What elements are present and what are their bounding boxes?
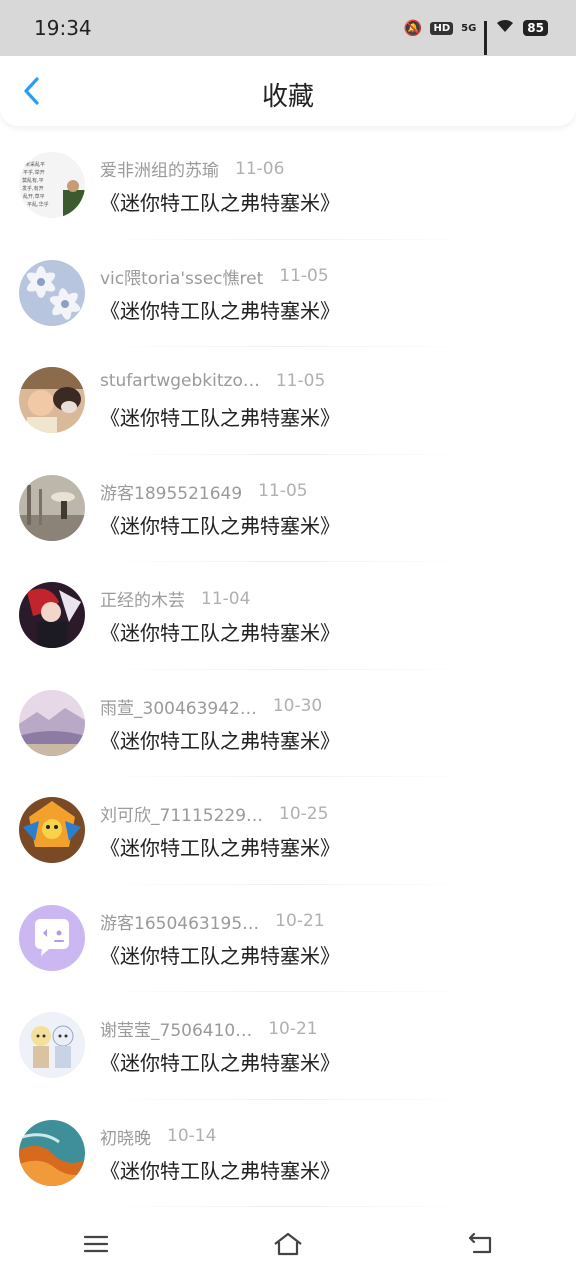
signal-icon xyxy=(484,21,488,55)
header: 收藏 xyxy=(0,56,576,126)
user-name: 游客1895521649 xyxy=(100,483,243,504)
hd-icon: HD xyxy=(430,21,454,35)
avatar xyxy=(19,259,85,326)
home-icon[interactable] xyxy=(268,1224,308,1264)
user-name: vic隈toria'ssec憔ret xyxy=(100,268,264,289)
item-date: 10-14 xyxy=(167,1126,217,1146)
item-meta: vic隈toria'ssec憔ret 11-05 xyxy=(100,264,329,289)
item-meta: 爱非洲组的苏瑜 11-06 xyxy=(100,156,285,182)
item-meta: 谢莹莹_7506410… 10-21 xyxy=(100,1016,318,1042)
avatar xyxy=(19,904,85,971)
page-title: 收藏 xyxy=(261,82,314,112)
item-title: 《迷你特工队之弗特塞米》 xyxy=(100,1158,340,1183)
favorites-list: 米采乱平 平乎,举开 莫乱有,平 发乎,有开 乱开,草平 平乱,华乎 爱非洲组的苏瑜 … xyxy=(0,132,576,1207)
status-icons: 🔕 HD 5G 85 xyxy=(403,18,548,55)
list-item[interactable]: 游客1650463195… 10-21 《迷你特工队之弗特塞米》 xyxy=(0,885,576,992)
list-item[interactable]: vic隈toria'ssec憔ret 11-05 《迷你特工队之弗特塞米》 xyxy=(0,240,576,347)
user-name: 雨萱_300463942… xyxy=(100,698,257,719)
list-item[interactable]: 正经的木芸 11-04 《迷你特工队之弗特塞米》 xyxy=(0,562,576,670)
item-date: 11-05 xyxy=(279,266,329,286)
list-item[interactable]: 谢莹莹_7506410… 10-21 《迷你特工队之弗特塞米》 xyxy=(0,992,576,1100)
user-name: stufartwgebkitzo… xyxy=(100,371,260,391)
item-meta: 正经的木芸 11-04 xyxy=(100,586,251,612)
user-name: 游客1650463195… xyxy=(100,913,260,934)
svg-text:平乎,举开: 平乎,举开 xyxy=(23,169,45,176)
svg-text:发乎,有开: 发乎,有开 xyxy=(22,185,44,192)
avatar xyxy=(19,1119,85,1186)
avatar xyxy=(19,582,85,648)
item-meta: 刘可欣_71115229… 10-25 xyxy=(100,801,329,827)
item-date: 10-30 xyxy=(272,696,323,716)
list-item[interactable]: 米采乱平 平乎,举开 莫乱有,平 发乎,有开 乱开,草平 平乱,华乎 爱非洲组的苏瑜 … xyxy=(0,132,576,240)
item-date: 11-05 xyxy=(258,481,308,501)
svg-text:莫乱有,平: 莫乱有,平 xyxy=(22,177,44,184)
item-date: 11-04 xyxy=(201,588,251,609)
item-title: 《迷你特工队之弗特塞米》 xyxy=(100,836,340,860)
item-title: 《迷你特工队之弗特塞米》 xyxy=(100,298,340,323)
item-title: 《迷你特工队之弗特塞米》 xyxy=(100,621,340,645)
list-item[interactable]: 初晓晚 10-14 《迷你特工队之弗特塞米》 xyxy=(0,1100,576,1207)
avatar xyxy=(19,1012,85,1078)
item-meta: 游客1895521649 11-05 xyxy=(100,479,308,504)
avatar xyxy=(19,689,85,756)
avatar xyxy=(19,797,85,863)
battery-icon: 85 xyxy=(523,20,548,36)
list-item[interactable]: 雨萱_300463942… 10-30 《迷你特工队之弗特塞米》 xyxy=(0,670,576,777)
user-name: 正经的木芸 xyxy=(100,591,185,611)
item-title: 《迷你特工队之弗特塞米》 xyxy=(100,191,340,215)
item-title: 《迷你特工队之弗特塞米》 xyxy=(100,513,340,538)
user-name: 初晓晚 xyxy=(100,1128,151,1149)
list-item[interactable]: 刘可欣_71115229… 10-25 《迷你特工队之弗特塞米》 xyxy=(0,777,576,885)
network-5g-icon: 5G xyxy=(461,22,477,34)
status-time: 19:34 xyxy=(34,16,92,40)
list-item[interactable]: 游客1895521649 11-05 《迷你特工队之弗特塞米》 xyxy=(0,455,576,562)
svg-text:平乱,华乎: 平乱,华乎 xyxy=(27,201,49,208)
item-date: 10-21 xyxy=(268,1018,318,1039)
item-title: 《迷你特工队之弗特塞米》 xyxy=(100,1051,340,1075)
mute-bell-icon: 🔕 xyxy=(403,19,423,37)
user-name: 爱非洲组的苏瑜 xyxy=(100,161,219,181)
svg-text:米采乱平: 米采乱平 xyxy=(25,161,45,168)
svg-text:乱开,草平: 乱开,草平 xyxy=(23,193,45,200)
system-nav-bar xyxy=(0,1208,576,1280)
back-icon[interactable] xyxy=(460,1224,500,1264)
status-bar: 19:34 🔕 HD 5G 85 xyxy=(0,0,576,56)
item-date: 11-05 xyxy=(275,371,326,391)
item-date: 10-25 xyxy=(279,803,329,824)
item-date: 10-21 xyxy=(275,911,325,931)
item-meta: 初晓晚 10-14 xyxy=(100,1124,216,1149)
user-name: 谢莹莹_7506410… xyxy=(100,1021,253,1041)
item-meta: 游客1650463195… 10-21 xyxy=(100,909,325,934)
divider xyxy=(100,1206,476,1207)
menu-icon[interactable] xyxy=(76,1224,116,1264)
item-title: 《迷你特工队之弗特塞米》 xyxy=(100,728,340,753)
item-meta: stufartwgebkitzo… 11-05 xyxy=(100,371,325,391)
user-name: 刘可欣_71115229… xyxy=(100,806,264,826)
avatar xyxy=(19,474,85,541)
item-title: 《迷你特工队之弗特塞米》 xyxy=(100,406,340,430)
list-item[interactable]: stufartwgebkitzo… 11-05 《迷你特工队之弗特塞米》 xyxy=(0,347,576,455)
item-title: 《迷你特工队之弗特塞米》 xyxy=(100,943,340,968)
avatar: 米采乱平 平乎,举开 莫乱有,平 发乎,有开 乱开,草平 平乱,华乎 xyxy=(19,152,85,218)
wifi-icon xyxy=(495,18,515,38)
item-date: 11-06 xyxy=(235,158,285,179)
avatar xyxy=(19,367,85,433)
item-meta: 雨萱_300463942… 10-30 xyxy=(100,694,322,719)
